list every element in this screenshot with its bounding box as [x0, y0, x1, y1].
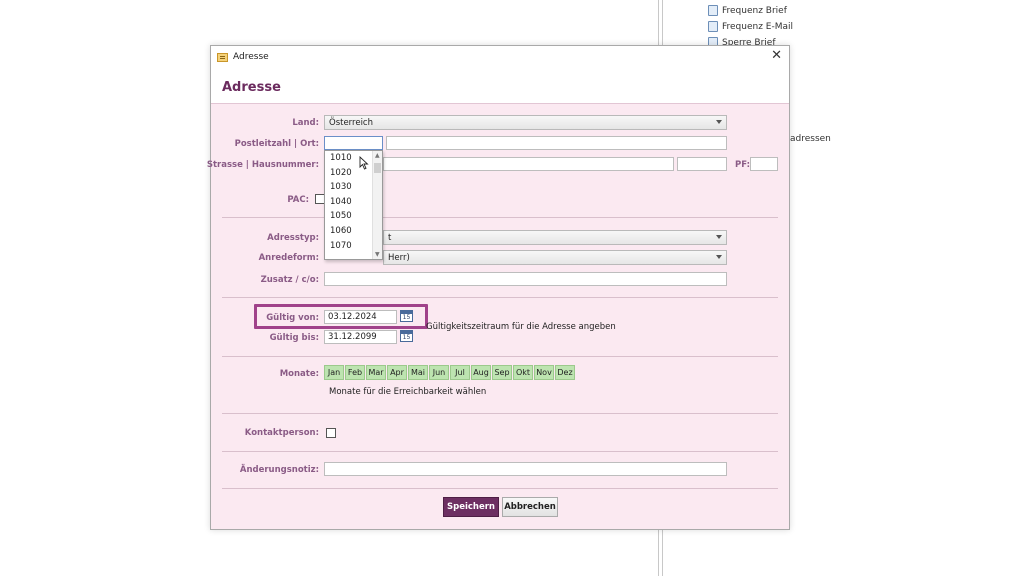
chevron-down-icon: [716, 120, 722, 124]
zusatz-input[interactable]: [324, 272, 727, 286]
ort-input[interactable]: [386, 136, 727, 150]
chevron-down-icon: [716, 235, 722, 239]
calendar-icon[interactable]: 15: [400, 330, 413, 342]
scroll-up-icon[interactable]: ▲: [375, 152, 380, 159]
land-label: Land:: [292, 118, 319, 128]
bg-list-item-label: Frequenz Brief: [722, 5, 787, 16]
scrollbar-thumb[interactable]: [374, 163, 381, 173]
scroll-down-icon[interactable]: ▼: [375, 251, 380, 258]
hausnummer-input[interactable]: [677, 157, 727, 171]
month-toggle-sep[interactable]: Sep: [492, 365, 512, 380]
month-toggle-jul[interactable]: Jul: [450, 365, 470, 380]
bg-side-text: adressen: [790, 134, 831, 144]
mouse-cursor-icon: [359, 156, 369, 170]
section-divider: [222, 488, 778, 489]
adresstyp-select-value: t: [388, 233, 392, 243]
anredeform-select[interactable]: Herr): [383, 250, 727, 265]
monate-note: Monate für die Erreichbarkeit wählen: [329, 387, 487, 397]
highlight-frame: [254, 304, 428, 329]
strasse-input[interactable]: [383, 157, 674, 171]
month-toggle-jan[interactable]: Jan: [324, 365, 344, 380]
window-title: Adresse: [233, 52, 269, 62]
save-button[interactable]: Speichern: [443, 497, 499, 517]
section-divider: [222, 217, 778, 218]
document-icon: [708, 5, 718, 16]
cancel-button[interactable]: Abbrechen: [502, 497, 558, 517]
plz-input[interactable]: [324, 136, 383, 150]
month-toggle-feb[interactable]: Feb: [345, 365, 365, 380]
zusatz-label: Zusatz / c/o:: [260, 275, 319, 285]
month-toggle-jun[interactable]: Jun: [429, 365, 449, 380]
gueltig-bis-input[interactable]: 31.12.2099: [324, 330, 397, 344]
adresstyp-select[interactable]: t: [383, 230, 727, 245]
close-icon[interactable]: ✕: [771, 49, 782, 63]
kontaktperson-label: Kontaktperson:: [244, 428, 319, 438]
section-divider: [222, 356, 778, 357]
section-divider: [222, 413, 778, 414]
address-dialog: Adresse ✕ Adresse Land: Österreich Postl…: [206, 45, 790, 530]
months-row: Jan Feb Mar Apr Mai Jun Jul Aug Sep Okt …: [324, 365, 575, 380]
month-toggle-apr[interactable]: Apr: [387, 365, 407, 380]
dialog-header: Adresse: [211, 68, 789, 104]
strasse-label: Strasse | Hausnummer:: [206, 160, 319, 170]
land-select[interactable]: Österreich: [324, 115, 727, 130]
pac-label: PAC:: [287, 195, 309, 205]
aenderungsnotiz-label: Änderungsnotiz:: [239, 465, 319, 475]
anredeform-label: Anredeform:: [258, 253, 319, 263]
adresstyp-label: Adresstyp:: [267, 233, 319, 243]
postcode-dropdown: 1010 1020 1030 1040 1050 1060 1070 ▲ ▼: [324, 150, 383, 260]
bg-list-item[interactable]: Frequenz E-Mail: [708, 21, 793, 32]
chevron-down-icon: [716, 255, 722, 259]
section-divider: [222, 297, 778, 298]
dropdown-scrollbar[interactable]: ▲ ▼: [372, 151, 382, 259]
gueltig-bis-label: Gültig bis:: [269, 333, 319, 343]
gueltig-note: Gültigkeitszeitraum für die Adresse ange…: [426, 322, 616, 332]
window-icon: [217, 52, 228, 62]
land-select-value: Österreich: [329, 118, 373, 128]
month-toggle-mar[interactable]: Mar: [366, 365, 386, 380]
section-divider: [222, 451, 778, 452]
dialog-heading: Adresse: [222, 80, 281, 95]
bg-list-item-label: Frequenz E-Mail: [722, 21, 794, 32]
kontaktperson-checkbox[interactable]: [326, 428, 336, 438]
month-toggle-dez[interactable]: Dez: [555, 365, 575, 380]
month-toggle-aug[interactable]: Aug: [471, 365, 491, 380]
dialog-titlebar[interactable]: Adresse ✕: [211, 46, 789, 68]
bg-list-item[interactable]: Frequenz Brief: [708, 5, 787, 16]
month-toggle-mai[interactable]: Mai: [408, 365, 428, 380]
month-toggle-okt[interactable]: Okt: [513, 365, 533, 380]
aenderungsnotiz-input[interactable]: [324, 462, 727, 476]
pf-label: PF:: [735, 160, 750, 170]
anredeform-select-value: Herr): [388, 253, 410, 263]
plz-label: Postleitzahl | Ort:: [234, 139, 319, 149]
month-toggle-nov[interactable]: Nov: [534, 365, 554, 380]
pf-input[interactable]: [750, 157, 778, 171]
monate-label: Monate:: [279, 369, 319, 379]
document-icon: [708, 21, 718, 32]
